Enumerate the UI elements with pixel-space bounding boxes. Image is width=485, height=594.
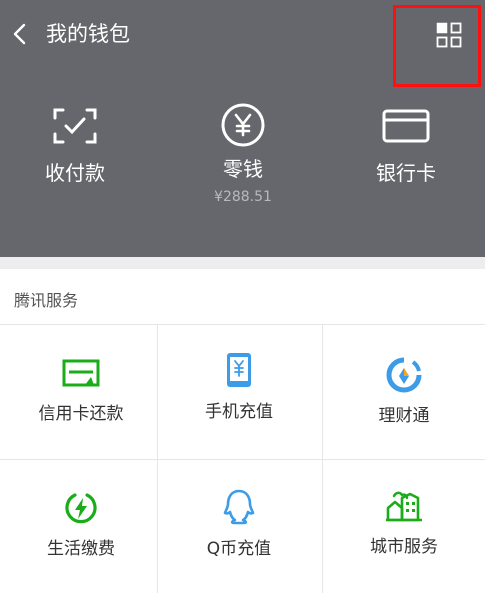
yuan-coin-icon: [221, 103, 265, 147]
qq-coin-icon: [223, 489, 255, 525]
nav-bar: 我的钱包: [0, 0, 485, 87]
wealth-icon: [386, 357, 422, 393]
quick-action-label: 收付款: [45, 161, 105, 185]
quick-action-label: 零钱: [223, 157, 263, 181]
services-grid: 信用卡还款 手机充值 理财通 生活缴费 Q币充值 城市服务: [0, 324, 485, 594]
service-credit-card-repay[interactable]: 信用卡还款: [0, 325, 162, 459]
service-phone-topup[interactable]: 手机充值: [158, 325, 320, 459]
service-label: 生活缴费: [47, 539, 115, 559]
highlight-box: [393, 5, 481, 87]
service-label: Q币充值: [206, 539, 272, 559]
service-qq-coin[interactable]: Q币充值: [158, 460, 320, 594]
utility-payment-icon: [65, 493, 97, 524]
quick-action-pay[interactable]: 收付款: [0, 106, 155, 236]
chevron-left-icon[interactable]: [10, 22, 30, 46]
service-city-services[interactable]: 城市服务: [323, 460, 485, 594]
phone-topup-icon: [227, 353, 251, 387]
change-balance: ¥288.51: [214, 189, 272, 205]
service-label: 手机充值: [205, 402, 273, 422]
tencent-services-section: 腾讯服务 信用卡还款 手机充值 理财通 生活缴费 Q币充值 城市服务: [0, 269, 485, 594]
quick-action-change[interactable]: 零钱 ¥288.51: [163, 103, 323, 236]
service-label: 理财通: [378, 406, 430, 426]
credit-card-repay-icon: [62, 359, 100, 387]
section-title: 腾讯服务: [14, 291, 79, 310]
scan-check-icon: [53, 108, 97, 144]
service-utility-payment[interactable]: 生活缴费: [0, 460, 162, 594]
wallet-header: 我的钱包 收付款 零钱 ¥288.51 银行卡: [0, 0, 485, 257]
service-label: 城市服务: [370, 537, 438, 557]
service-label: 信用卡还款: [38, 404, 124, 424]
quick-action-label: 银行卡: [376, 161, 436, 185]
bank-card-icon: [382, 109, 430, 143]
section-divider: [0, 257, 485, 269]
quick-action-bank-card[interactable]: 银行卡: [326, 106, 485, 236]
service-wealth[interactable]: 理财通: [323, 325, 485, 459]
page-title: 我的钱包: [46, 22, 130, 46]
city-services-icon: [386, 491, 422, 522]
